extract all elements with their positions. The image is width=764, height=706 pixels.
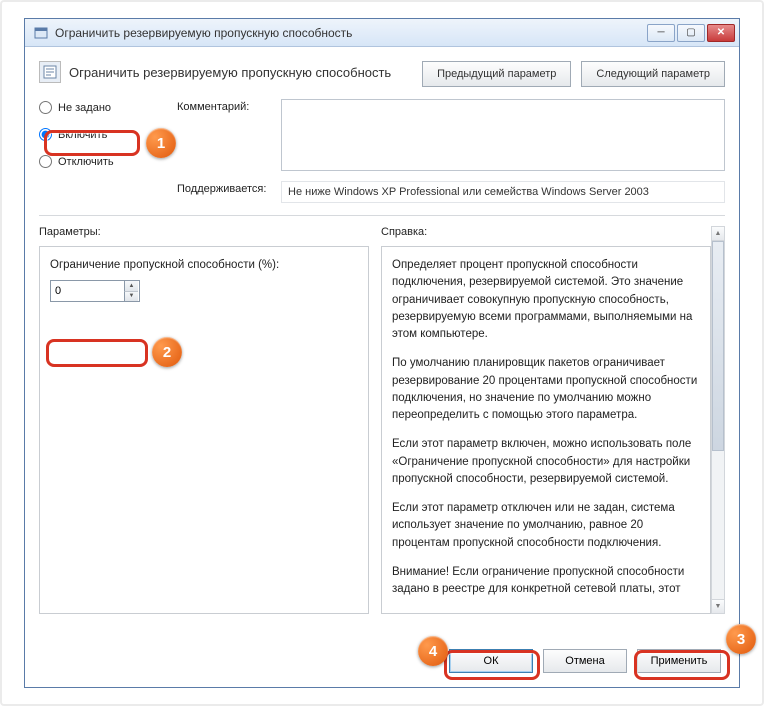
help-paragraph: По умолчанию планировщик пакетов огранич… (392, 355, 700, 424)
help-paragraph: Если этот параметр отключен или не задан… (392, 500, 700, 552)
previous-setting-button[interactable]: Предыдущий параметр (422, 61, 571, 87)
help-paragraph: Внимание! Если ограничение пропускной сп… (392, 564, 700, 599)
comment-textarea[interactable] (281, 99, 725, 171)
scroll-up-button[interactable]: ▲ (712, 227, 724, 241)
radio-not-configured[interactable]: Не задано (39, 101, 173, 114)
scroll-down-button[interactable]: ▼ (712, 599, 724, 613)
radio-disabled-input[interactable] (39, 155, 52, 168)
page-title: Ограничить резервируемую пропускную спос… (69, 65, 391, 80)
help-panel: Определяет процент пропускной способност… (381, 246, 711, 614)
policy-icon (39, 61, 61, 83)
help-scrollbar[interactable]: ▲ ▼ (711, 226, 725, 614)
ok-button[interactable]: ОК (449, 649, 533, 673)
cancel-button[interactable]: Отмена (543, 649, 627, 673)
radio-enabled-input[interactable] (39, 128, 52, 141)
radio-not-configured-label: Не задано (58, 102, 111, 114)
titlebar[interactable]: Ограничить резервируемую пропускную спос… (25, 19, 739, 47)
supported-text: Не ниже Windows XP Professional или семе… (281, 181, 725, 203)
spinner-up-button[interactable]: ▲ (124, 281, 138, 292)
radio-enabled-label: Включить (58, 129, 107, 141)
params-label: Параметры: (39, 226, 369, 238)
close-button[interactable]: ✕ (707, 24, 735, 42)
supported-label: Поддерживается: (177, 181, 277, 195)
help-paragraph: Определяет процент пропускной способност… (392, 257, 700, 343)
radio-disabled-label: Отключить (58, 156, 114, 168)
radio-enabled[interactable]: Включить (39, 128, 173, 141)
apply-button[interactable]: Применить (637, 649, 721, 673)
bandwidth-limit-label: Ограничение пропускной способности (%): (50, 257, 358, 274)
help-label: Справка: (381, 226, 711, 238)
scroll-thumb[interactable] (712, 241, 724, 451)
comment-label: Комментарий: (177, 99, 277, 113)
next-setting-button[interactable]: Следующий параметр (581, 61, 725, 87)
minimize-button[interactable]: ─ (647, 24, 675, 42)
radio-not-configured-input[interactable] (39, 101, 52, 114)
spinner-down-button[interactable]: ▼ (124, 292, 138, 302)
separator (39, 215, 725, 216)
window-title: Ограничить резервируемую пропускную спос… (55, 26, 647, 40)
params-panel: Ограничение пропускной способности (%): … (39, 246, 369, 614)
maximize-button[interactable]: ▢ (677, 24, 705, 42)
help-paragraph: Если этот параметр включен, можно исполь… (392, 436, 700, 488)
dialog-window: Ограничить резервируемую пропускную спос… (24, 18, 740, 688)
radio-disabled[interactable]: Отключить (39, 155, 173, 168)
app-icon (33, 25, 49, 41)
